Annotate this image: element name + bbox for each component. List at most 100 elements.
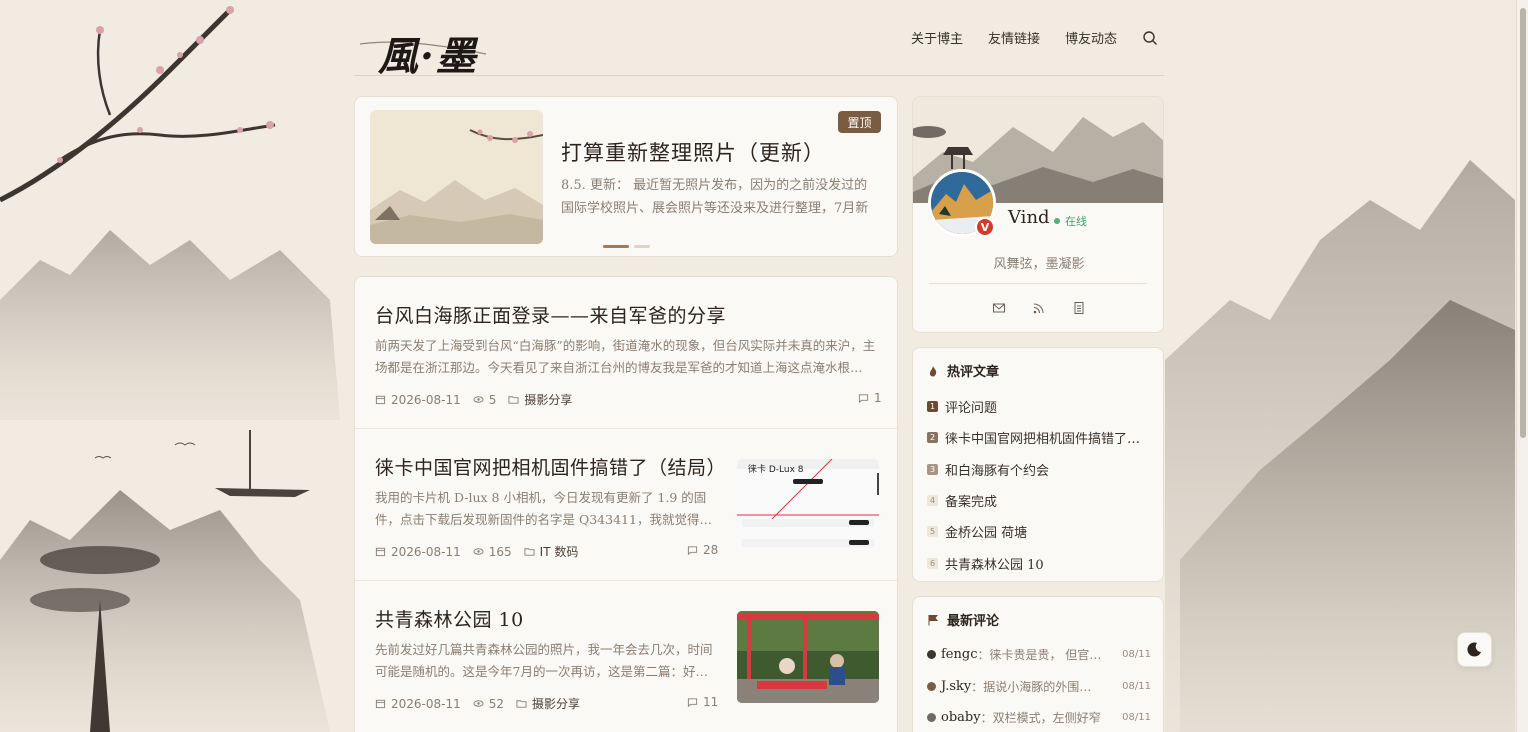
calendar-icon (375, 699, 386, 709)
nav-friend-links[interactable]: 友情链接 (988, 28, 1040, 47)
nav-friend-feed[interactable]: 博友动态 (1065, 28, 1117, 47)
hot-posts-widget: 热评文章 1 评论问题 2 徕卡中国官网把相机固件搞错了（… 3 和白海豚有个约会 4… (912, 347, 1164, 582)
carousel-dots (603, 245, 650, 248)
comment-user[interactable]: fengc (941, 647, 977, 662)
hot-post-item[interactable]: 1 评论问题 (927, 391, 1151, 422)
folder-icon (508, 396, 519, 404)
featured-post-thumbnail[interactable] (370, 110, 543, 244)
online-status: 在线 (1054, 213, 1087, 229)
eye-icon (473, 396, 484, 403)
hot-posts-list: 1 评论问题 2 徕卡中国官网把相机固件搞错了（… 3 和白海豚有个约会 4 备案完成 … (927, 391, 1151, 579)
post-meta: 2026-08-11 52 摄影分享 (375, 695, 592, 712)
post-thumbnail[interactable]: 徕卡 D-Lux 8 (737, 459, 879, 551)
post-item: 台风白海豚正面登录——来自军爸的分享 前两天发了上海受到台风“白海豚”的影响，街… (355, 277, 897, 429)
calendar-icon (375, 395, 386, 405)
hot-post-item[interactable]: 3 和白海豚有个约会 (927, 454, 1151, 485)
hot-post-title[interactable]: 共青森林公园 10 (945, 554, 1044, 573)
hot-post-item[interactable]: 4 备案完成 (927, 485, 1151, 516)
post-comments[interactable]: 28 (687, 543, 718, 557)
comment-item[interactable]: fengc ：徕卡贵是贵， 但官网… 08/11 (927, 639, 1151, 671)
post-thumbnail-caption: 徕卡 D-Lux 8 (748, 465, 804, 475)
rss-icon[interactable] (1032, 301, 1046, 315)
page-container: 風·墨 关于博主 友情链接 博友动态 置顶 打算重新整理照片（更新） 8.5. … (354, 0, 1164, 732)
post-title[interactable]: 台风白海豚正面登录——来自军爸的分享 (375, 301, 726, 328)
search-icon[interactable] (1142, 30, 1158, 46)
folder-icon (516, 700, 527, 708)
recent-comments-list: fengc ：徕卡贵是贵， 但官网… 08/11 J.sky ：据说小海豚的外围… (927, 639, 1151, 732)
comment-icon (687, 545, 698, 555)
flag-icon (928, 614, 939, 625)
rank-badge: 2 (927, 432, 938, 444)
user-avatar (927, 713, 936, 723)
featured-post-title[interactable]: 打算重新整理照片（更新） (561, 137, 825, 167)
post-list: 台风白海豚正面登录——来自军爸的分享 前两天发了上海受到台风“白海豚”的影响，街… (354, 276, 898, 732)
comment-user[interactable]: J.sky (941, 679, 971, 694)
site-logo-text: 風·墨 (378, 33, 478, 80)
post-views: 5 (488, 392, 497, 407)
page-scrollbar[interactable] (1516, 0, 1528, 732)
dark-mode-toggle[interactable] (1457, 632, 1492, 667)
post-category[interactable]: IT 数码 (540, 543, 579, 560)
hot-post-title[interactable]: 评论问题 (945, 397, 997, 416)
comment-text[interactable]: ：徕卡贵是贵， 但官网… (977, 646, 1105, 663)
post-views: 165 (488, 544, 512, 559)
hot-posts-title: 热评文章 (927, 361, 999, 380)
recent-comments-title: 最新评论 (927, 610, 999, 629)
hot-post-item[interactable]: 6 共青森林公园 10 (927, 547, 1151, 578)
hot-post-title[interactable]: 金桥公园 荷塘 (945, 522, 1027, 541)
carousel-dot[interactable] (634, 245, 650, 248)
post-date: 2026-08-11 (391, 392, 461, 407)
featured-post-excerpt: 8.5. 更新： 最近暂无照片发布，因为的之前没发过的国际学校照片、展会照片等还… (561, 178, 869, 216)
post-meta: 2026-08-11 165 IT 数码 (375, 543, 590, 560)
hot-post-title[interactable]: 徕卡中国官网把相机固件搞错了（… (945, 428, 1151, 447)
hot-post-item[interactable]: 5 金桥公园 荷塘 (927, 516, 1151, 547)
post-title[interactable]: 徕卡中国官网把相机固件搞错了（结局） (375, 453, 726, 480)
post-meta: 2026-08-11 5 摄影分享 (375, 391, 584, 408)
post-item: 徕卡中国官网把相机固件搞错了（结局） 我用的卡片机 D-lux 8 小相机，今日… (355, 429, 897, 581)
site-logo[interactable]: 風·墨 (358, 14, 488, 80)
post-comment-count: 1 (874, 391, 882, 405)
comment-item[interactable]: J.sky ：据说小海豚的外围还… 08/11 (927, 671, 1151, 703)
post-comment-count: 11 (703, 695, 719, 709)
comment-text[interactable]: ：双栏模式，左侧好窄 (981, 709, 1109, 726)
featured-post-card[interactable]: 置顶 打算重新整理照片（更新） 8.5. 更新： 最近暂无照片发布，因为的之前没… (354, 96, 898, 257)
post-excerpt: 我用的卡片机 D-lux 8 小相机，今日发现有更新了 1.9 的固件，点击下载… (375, 490, 712, 527)
post-excerpt: 先前发过好几篇共青森林公园的照片，我一年会去几次，时间可能是随机的。这是今年7月… (375, 642, 713, 679)
comment-user[interactable]: obaby (941, 710, 981, 725)
user-avatar (927, 650, 936, 660)
post-category[interactable]: 摄影分享 (532, 695, 580, 712)
post-category[interactable]: 摄影分享 (524, 391, 572, 408)
post-comments[interactable]: 11 (687, 695, 718, 709)
hot-post-title[interactable]: 和白海豚有个约会 (945, 460, 1049, 479)
comment-text[interactable]: ：据说小海豚的外围还… (971, 678, 1099, 695)
recent-comments-title-text: 最新评论 (947, 614, 1000, 629)
post-views: 52 (488, 696, 505, 711)
nav-about[interactable]: 关于博主 (911, 28, 963, 47)
comment-date: 08/11 (1122, 712, 1151, 724)
recent-comments-widget: 最新评论 fengc ：徕卡贵是贵， 但官网… 08/11 J.sky ：据说小… (912, 596, 1164, 732)
comment-item[interactable]: obaby ：双栏模式，左侧好窄 08/11 (927, 702, 1151, 732)
profile-name[interactable]: Vind (1008, 207, 1050, 228)
rank-badge: 6 (927, 557, 938, 569)
comment-icon (687, 697, 698, 707)
post-comment-count: 28 (703, 543, 719, 557)
comment-date: 08/11 (1122, 649, 1151, 661)
rank-badge: 4 (927, 495, 938, 507)
mail-icon[interactable] (992, 301, 1006, 315)
comment-date: 08/11 (1122, 680, 1151, 692)
scrollbar-thumb[interactable] (1520, 8, 1526, 438)
carousel-dot-active[interactable] (603, 245, 629, 248)
moon-icon (1467, 642, 1481, 657)
post-comments[interactable]: 1 (858, 391, 882, 405)
post-title[interactable]: 共青森林公园 10 (375, 605, 524, 632)
profile-motto: 风舞弦，墨凝影 (993, 257, 1085, 272)
hot-post-title[interactable]: 备案完成 (945, 491, 997, 510)
post-date: 2026-08-11 (391, 544, 461, 559)
user-avatar (927, 681, 936, 691)
post-thumbnail[interactable] (737, 611, 879, 703)
document-icon[interactable] (1072, 301, 1086, 315)
rank-badge: 1 (927, 401, 938, 413)
profile-links (913, 301, 1163, 315)
hot-post-item[interactable]: 2 徕卡中国官网把相机固件搞错了（… (927, 422, 1151, 453)
flame-icon (929, 365, 937, 376)
